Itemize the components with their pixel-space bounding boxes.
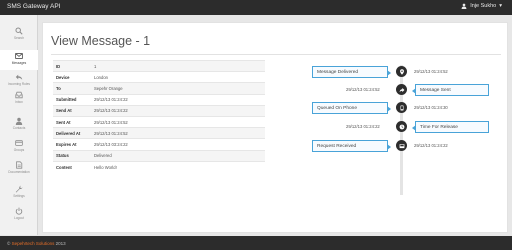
sidebar-item-documentation[interactable]: Documentation [0, 159, 38, 179]
timeline-icon [396, 102, 407, 113]
detail-value: London [91, 71, 265, 83]
sidebar-item-label: Logout [14, 216, 24, 220]
title-divider [51, 54, 501, 55]
sidebar-item-inbox[interactable]: Inbox [0, 89, 38, 109]
sidebar-item-label: Settings [13, 194, 25, 198]
sidebar-item-label: Incoming Rules [8, 82, 30, 86]
document-icon [16, 161, 23, 169]
detail-value: 29/12/13 01:24:22 [91, 93, 265, 106]
table-row: Content Hello World! [53, 160, 265, 173]
sidebar-item-label: Documentation [8, 170, 30, 174]
sidebar: Search Messages Incoming Rules Inbox Con… [0, 15, 38, 235]
sidebar-item-label: Inbox [15, 100, 23, 104]
timeline-event-message-sent: Message Sent [412, 84, 489, 96]
detail-key: To [53, 82, 91, 95]
send-arrow-icon [399, 87, 404, 92]
detail-key: Device [53, 71, 91, 83]
user-name: Inje Sukho [470, 3, 497, 9]
envelope-icon [15, 53, 23, 59]
detail-value: 29/12/13 01:24:22 [91, 104, 265, 117]
timeline-event-label: Message Sent [420, 88, 451, 93]
detail-key: Content [53, 160, 91, 173]
timeline-icon [396, 66, 407, 77]
company-link[interactable]: Sepehrtech Solutions [12, 241, 55, 246]
timeline-time: 29/12/13 01:24:30 [414, 105, 448, 110]
timeline-event-label: Queued On Phone [317, 106, 358, 111]
inbox-tray-icon [399, 143, 404, 148]
sidebar-item-groups[interactable]: Groups [0, 137, 38, 157]
table-row: Sent At 29/12/13 01:24:52 [53, 115, 265, 128]
timeline-event-time-for-release: Time For Release [412, 121, 489, 133]
detail-value: 29/12/13 03:24:22 [91, 138, 265, 150]
top-navbar: SMS Gateway API Inje Sukho ▾ [0, 0, 512, 15]
sidebar-item-messages[interactable]: Messages [0, 50, 38, 70]
copyright-symbol: © [7, 241, 11, 246]
main-panel: View Message - 1 ID 1 Device London To Sepe… [42, 22, 508, 233]
timeline-icon [396, 121, 407, 132]
sidebar-item-label: Groups [13, 148, 25, 152]
table-row: To Sepehr Orange [53, 82, 265, 95]
table-row: Submitted 29/12/13 01:24:22 [53, 93, 265, 106]
credit-card-icon [15, 140, 23, 146]
caret-down-icon: ▾ [499, 3, 502, 9]
detail-value: Sepehr Orange [91, 82, 265, 95]
sidebar-item-contacts[interactable]: Contacts [0, 115, 38, 135]
detail-key: Delivered At [53, 127, 91, 139]
detail-value: 29/12/13 01:24:52 [91, 127, 265, 139]
user-icon [15, 117, 23, 125]
reply-icon [15, 74, 23, 80]
timeline-time: 29/12/13 01:24:22 [414, 143, 448, 148]
sidebar-item-logout[interactable]: Logout [0, 205, 38, 225]
footer: © Sepehrtech Solutions 2013 [0, 236, 512, 250]
phone-icon [400, 104, 403, 111]
location-pin-icon [399, 68, 404, 75]
timeline-event-request-received: Request Received [312, 140, 391, 152]
sidebar-item-label: Search [13, 36, 25, 40]
timeline-event-message-delivered: Message Delivered [312, 66, 391, 78]
table-row: Status Delivered [53, 149, 265, 162]
timeline-event-label: Time For Release [420, 125, 458, 130]
timeline-event-queued-on-phone: Queued On Phone [312, 102, 391, 114]
detail-value: Hello World! [91, 160, 265, 173]
inbox-icon [15, 91, 23, 99]
search-icon [15, 27, 23, 35]
detail-value: 1 [91, 59, 265, 72]
clock-icon [399, 124, 404, 129]
sidebar-item-label: Contacts [12, 126, 26, 130]
table-row: Delivered At 29/12/13 01:24:52 [53, 127, 265, 139]
footer-year: 2013 [55, 241, 66, 246]
sidebar-item-incoming-rules[interactable]: Incoming Rules [0, 71, 38, 91]
table-row: Device London [53, 71, 265, 83]
app-title[interactable]: SMS Gateway API [7, 3, 60, 10]
timeline-time: 29/12/13 01:24:52 [414, 69, 448, 74]
page-title: View Message - 1 [51, 34, 151, 48]
message-details-table: ID 1 Device London To Sepehr Orange Submitt… [53, 59, 265, 173]
detail-key: Submitted [53, 93, 91, 106]
table-row: ID 1 [53, 59, 265, 72]
timeline-time: 29/12/13 01:24:22 [346, 124, 380, 129]
footer-text: © Sepehrtech Solutions 2013 [7, 241, 66, 246]
detail-value: 29/12/13 01:24:52 [91, 115, 265, 128]
table-row: Expires At 29/12/13 03:24:22 [53, 138, 265, 150]
timeline-event-label: Request Received [317, 144, 357, 149]
detail-key: ID [53, 59, 91, 72]
sidebar-item-label: Messages [11, 61, 27, 65]
timeline-icon [396, 140, 407, 151]
sidebar-item-search[interactable]: Search [0, 25, 38, 45]
detail-value: Delivered [91, 149, 265, 162]
table-row: Send At 29/12/13 01:24:22 [53, 104, 265, 117]
detail-key: Send At [53, 104, 91, 117]
timeline-time: 29/12/13 01:24:52 [346, 87, 380, 92]
timeline-event-label: Message Delivered [317, 70, 359, 75]
sidebar-item-settings[interactable]: Settings [0, 183, 38, 203]
user-menu[interactable]: Inje Sukho ▾ [461, 3, 502, 9]
timeline-icon [396, 84, 407, 95]
power-icon [15, 207, 23, 215]
wrench-icon [15, 185, 23, 193]
detail-key: Status [53, 149, 91, 162]
user-icon [461, 3, 467, 9]
detail-key: Sent At [53, 115, 91, 128]
detail-key: Expires At [53, 138, 91, 150]
